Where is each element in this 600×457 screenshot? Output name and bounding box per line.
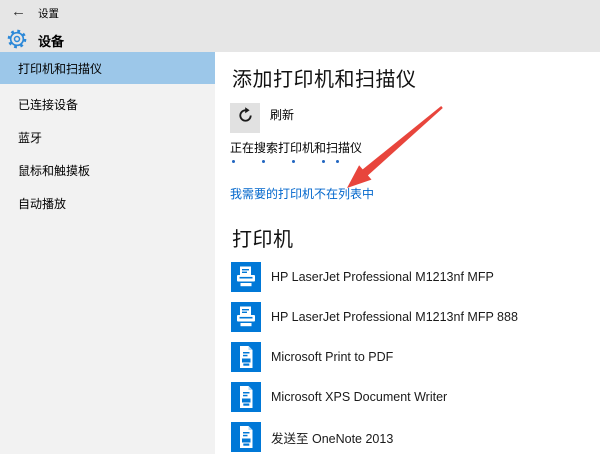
- printer-icon: [231, 262, 261, 292]
- top-band: ← 设置 设备: [0, 0, 600, 52]
- document-printer-icon: [231, 342, 261, 372]
- printer-row-xps-writer[interactable]: Microsoft XPS Document Writer: [231, 382, 447, 412]
- sidebar-item-autoplay[interactable]: 自动播放: [0, 187, 215, 220]
- sidebar: 打印机和扫描仪 已连接设备 蓝牙 鼠标和触摸板 自动播放: [0, 52, 215, 454]
- printer-row-onenote-2013[interactable]: 发送至 OneNote 2013: [231, 422, 393, 452]
- sidebar-item-bluetooth[interactable]: 蓝牙: [0, 121, 215, 154]
- printer-not-listed-link[interactable]: 我需要的打印机不在列表中: [230, 185, 374, 202]
- add-printers-heading: 添加打印机和扫描仪: [232, 63, 417, 92]
- sidebar-item-printers-scanners[interactable]: 打印机和扫描仪: [0, 52, 215, 84]
- sidebar-item-mouse-touchpad[interactable]: 鼠标和触摸板: [0, 154, 215, 187]
- refresh-button[interactable]: [230, 103, 260, 133]
- printer-row-hp-m1213nf[interactable]: HP LaserJet Professional M1213nf MFP: [231, 262, 494, 292]
- printer-name: HP LaserJet Professional M1213nf MFP: [271, 270, 494, 284]
- printer-name: 发送至 OneNote 2013: [271, 428, 393, 447]
- printer-row-print-to-pdf[interactable]: Microsoft Print to PDF: [231, 342, 393, 372]
- sidebar-item-label: 已连接设备: [18, 96, 78, 113]
- progress-dot: [322, 160, 325, 163]
- printer-name: HP LaserJet Professional M1213nf MFP 888: [271, 310, 518, 324]
- sidebar-item-label: 蓝牙: [18, 129, 42, 146]
- printer-row-hp-m1213nf-888[interactable]: HP LaserJet Professional M1213nf MFP 888: [231, 302, 518, 332]
- back-icon[interactable]: ←: [11, 3, 26, 21]
- document-printer-icon: [231, 382, 261, 412]
- sidebar-item-label: 鼠标和触摸板: [18, 162, 90, 179]
- sidebar-item-label: 打印机和扫描仪: [18, 60, 102, 77]
- gear-icon: [7, 29, 27, 49]
- printer-name: Microsoft XPS Document Writer: [271, 390, 447, 404]
- refresh-icon: [236, 106, 255, 130]
- printers-heading: 打印机: [232, 223, 294, 252]
- searching-status: 正在搜索打印机和扫描仪: [230, 139, 362, 156]
- refresh-label: 刷新: [270, 106, 294, 123]
- document-printer-icon: [231, 422, 261, 452]
- printer-name: Microsoft Print to PDF: [271, 350, 393, 364]
- progress-dot: [336, 160, 339, 163]
- page-title: 设备: [38, 31, 64, 50]
- app-title: 设置: [38, 6, 59, 21]
- sidebar-item-label: 自动播放: [18, 195, 66, 212]
- progress-dot: [292, 160, 295, 163]
- progress-dot: [262, 160, 265, 163]
- progress-dot: [232, 160, 235, 163]
- sidebar-item-connected-devices[interactable]: 已连接设备: [0, 88, 215, 121]
- printer-icon: [231, 302, 261, 332]
